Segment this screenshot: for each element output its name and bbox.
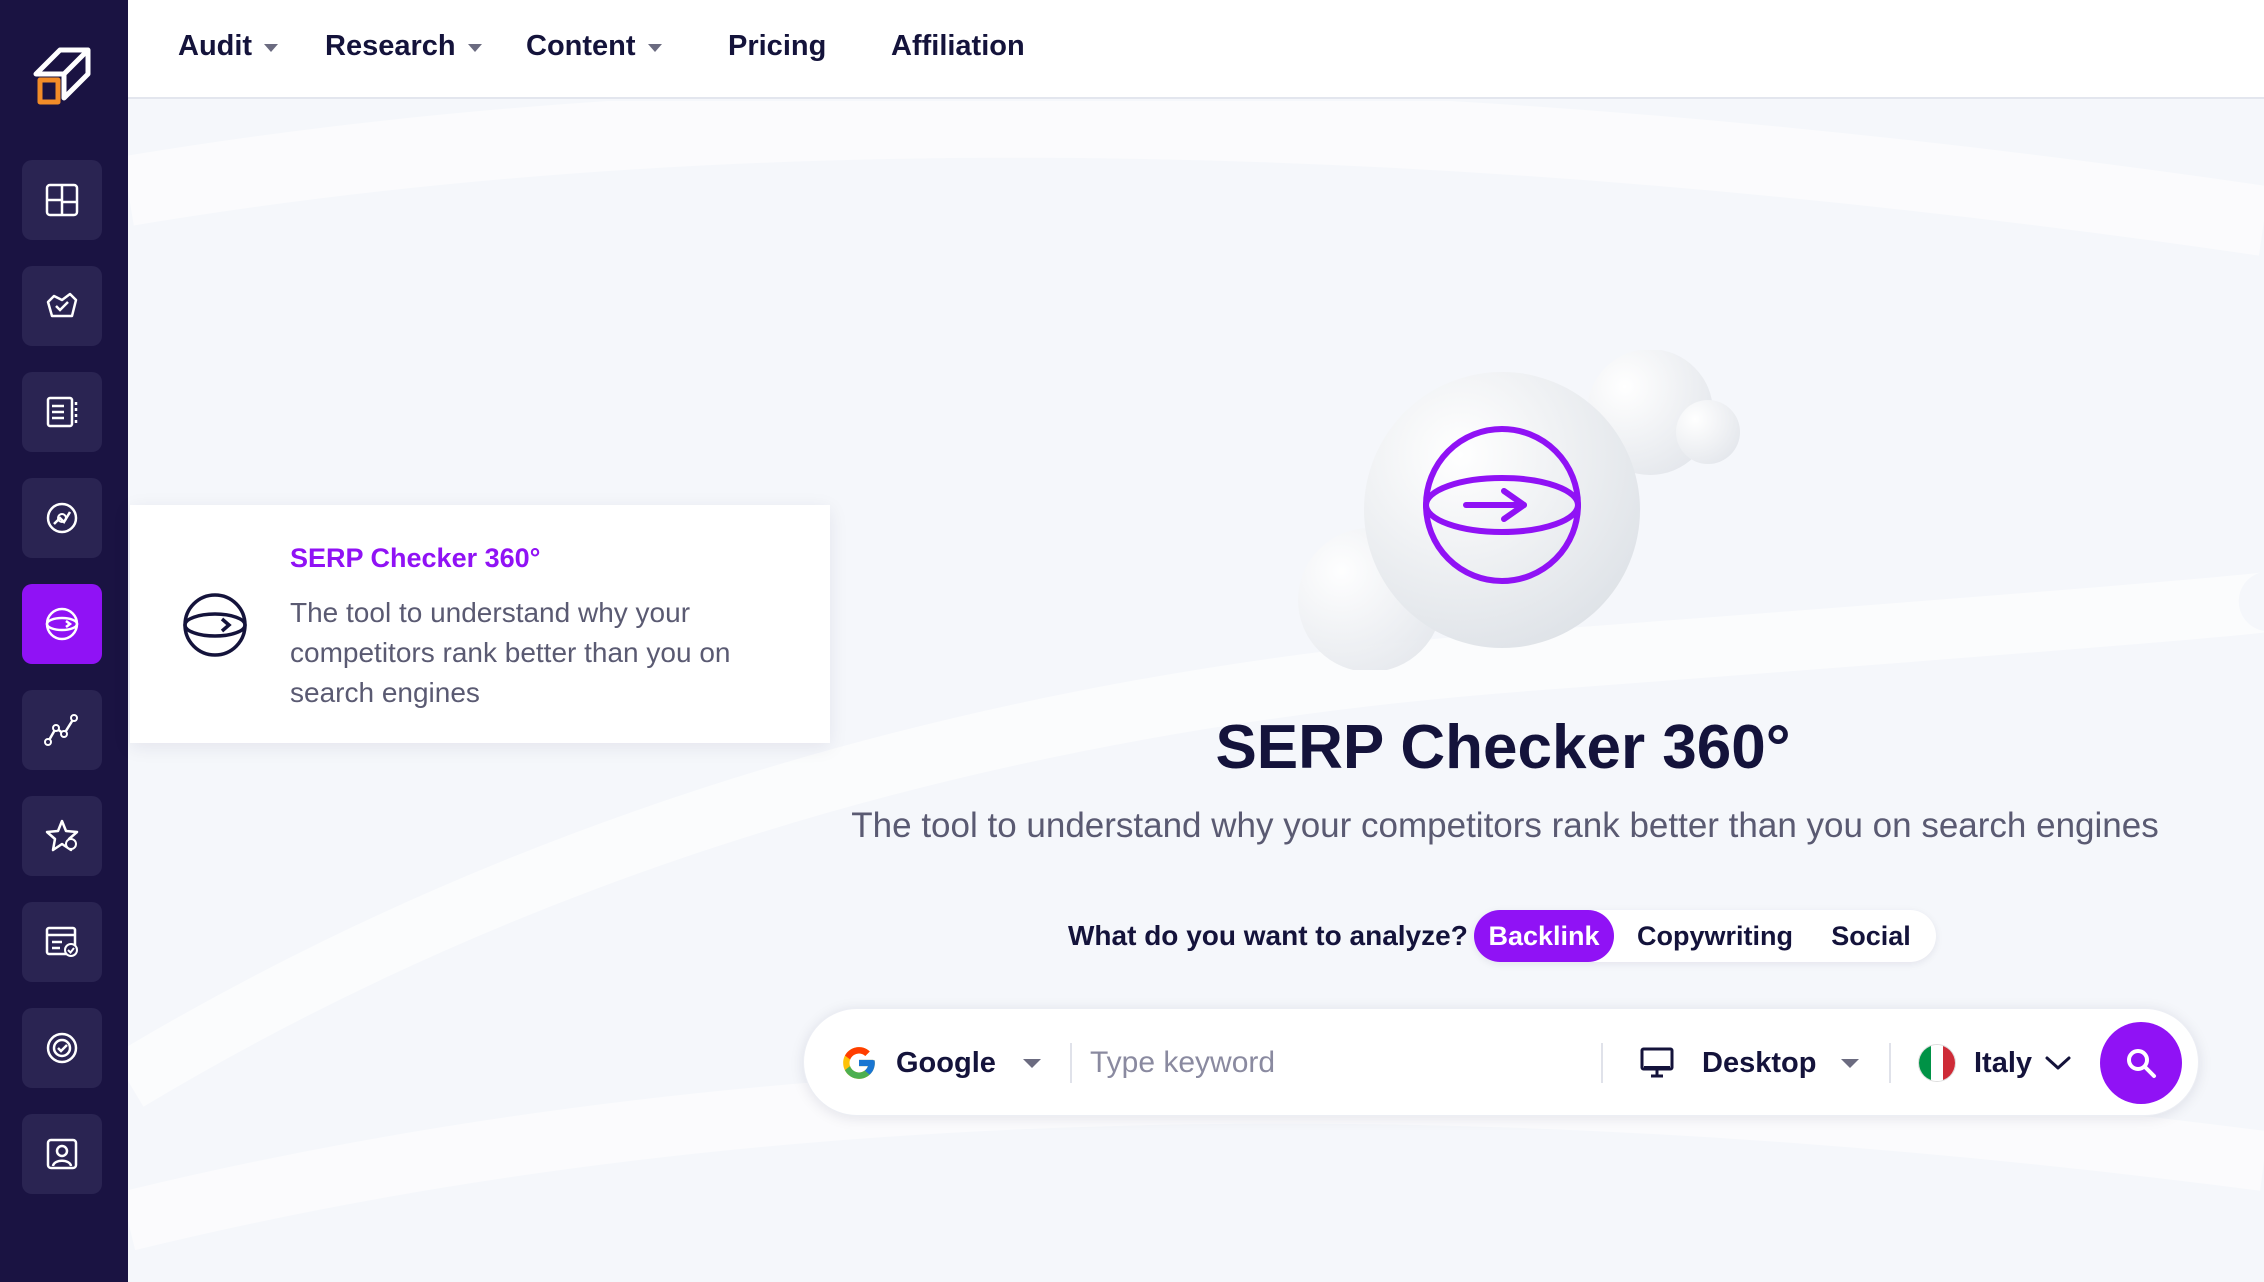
tooltip-description: The tool to understand why your competit…	[290, 597, 731, 708]
nav-research[interactable]: Research	[325, 30, 482, 63]
sidebar-item-favorites[interactable]	[22, 796, 102, 876]
sidebar	[0, 0, 128, 1282]
keyword-input[interactable]	[1090, 1035, 1580, 1091]
analyze-label: What do you want to analyze?	[1068, 920, 1468, 951]
sidebar-item-serp-checker[interactable]	[22, 584, 102, 664]
device-label: Desktop	[1702, 1046, 1817, 1079]
chevron-down-icon[interactable]	[1023, 1059, 1041, 1068]
nav-research-label: Research	[325, 30, 456, 62]
serp-checker-illustration	[1298, 350, 1740, 670]
country-label: Italy	[1974, 1046, 2033, 1079]
nav-content[interactable]: Content	[526, 30, 662, 63]
dashboard-grid-icon	[45, 183, 79, 217]
chevron-down-icon	[264, 43, 279, 52]
nav-pricing-label: Pricing	[728, 30, 827, 62]
chevron-down-icon[interactable]	[1841, 1059, 1859, 1068]
sidebar-item-profile[interactable]	[22, 1114, 102, 1194]
chevron-down-icon	[2045, 1056, 2071, 1070]
sidebar-item-domain[interactable]	[22, 478, 102, 558]
serp-checker-icon	[45, 607, 79, 641]
serp-search-bar: Google Desktop Italy	[803, 1008, 2199, 1116]
favorites-star-icon	[45, 819, 79, 852]
target-check-icon	[46, 1032, 78, 1064]
tooltip-title: SERP Checker 360°	[290, 543, 541, 573]
search-button[interactable]	[2100, 1022, 2182, 1104]
app-logo[interactable]	[30, 44, 94, 112]
google-icon	[843, 1047, 875, 1079]
nav-pricing[interactable]: Pricing	[728, 30, 826, 63]
serp-checker-icon	[183, 593, 247, 657]
italy-flag-icon	[1918, 1044, 1956, 1082]
nav-affiliation-label: Affiliation	[891, 30, 1025, 62]
analyze-type-toggle: Backlink Copywriting Social	[1474, 910, 1936, 962]
site-structure-icon	[46, 396, 78, 428]
sidebar-item-dashboard[interactable]	[22, 160, 102, 240]
analyze-option-social[interactable]: Social	[1814, 910, 1928, 962]
sidebar-item-reports[interactable]	[22, 902, 102, 982]
analyze-option-backlink[interactable]: Backlink	[1474, 910, 1614, 962]
nav-content-label: Content	[526, 30, 636, 62]
user-profile-icon	[46, 1138, 78, 1170]
serp-checker-tooltip: SERP Checker 360° The tool to understand…	[130, 505, 830, 743]
nav-audit-label: Audit	[178, 30, 253, 62]
nav-audit[interactable]: Audit	[178, 30, 279, 63]
country-select[interactable]: Italy	[1918, 1039, 2072, 1087]
search-engine-label: Google	[896, 1046, 996, 1079]
search-icon	[2127, 1049, 2156, 1078]
sidebar-item-audit[interactable]	[22, 266, 102, 346]
chevron-down-icon	[647, 43, 662, 52]
device-select[interactable]: Desktop	[1640, 1039, 1816, 1087]
page-title: SERP Checker 360°	[1215, 713, 1791, 782]
domain-analysis-icon	[46, 502, 78, 534]
nav-affiliation[interactable]: Affiliation	[891, 30, 1025, 63]
page-subtitle: The tool to understand why your competit…	[851, 806, 2159, 845]
report-check-icon	[45, 926, 78, 957]
audit-checkup-icon	[46, 292, 78, 318]
sidebar-item-structure[interactable]	[22, 372, 102, 452]
top-nav: Audit Research Content Pricing Affiliati…	[128, 0, 2264, 99]
search-engine-select[interactable]: Google	[840, 1039, 996, 1087]
analyze-option-copywriting[interactable]: Copywriting	[1620, 910, 1810, 962]
divider	[1601, 1043, 1603, 1083]
divider	[1070, 1043, 1072, 1083]
chevron-down-icon	[467, 43, 482, 52]
sidebar-item-target[interactable]	[22, 1008, 102, 1088]
desktop-monitor-icon	[1640, 1047, 1674, 1078]
divider	[1889, 1043, 1891, 1083]
